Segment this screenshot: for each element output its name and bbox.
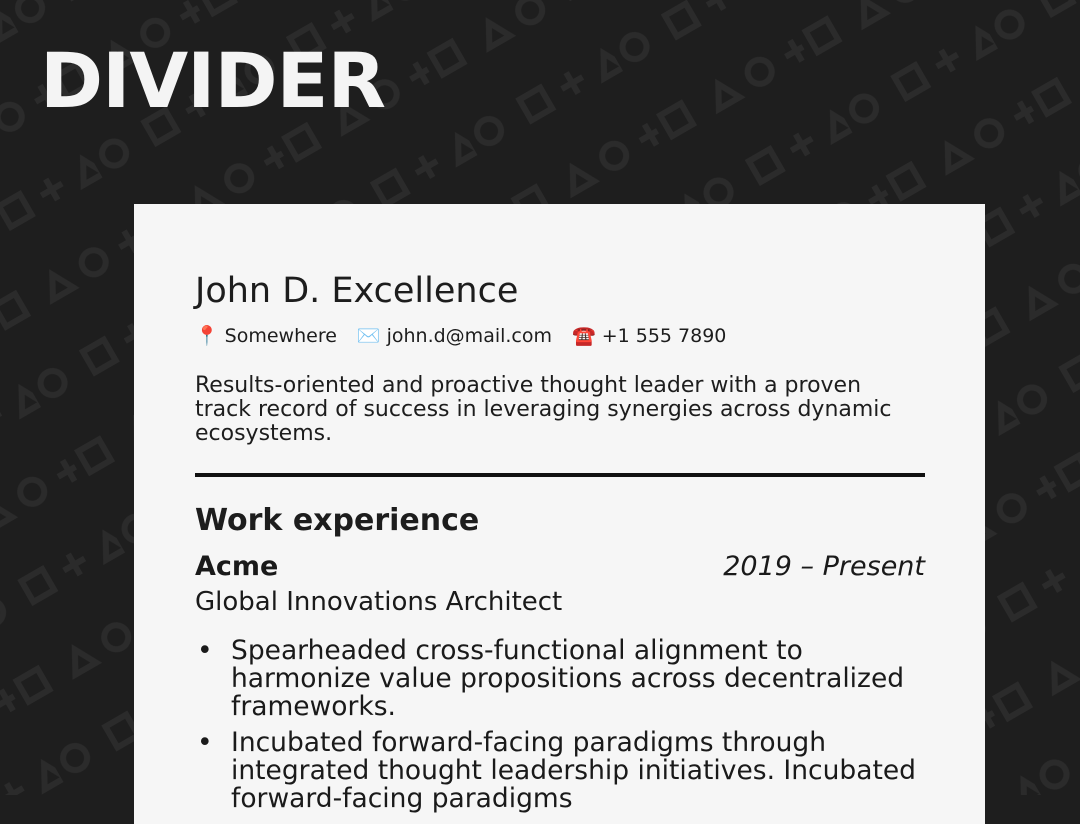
page-title: DIVIDER bbox=[40, 36, 386, 125]
resume-page: John D. Excellence 📍 Somewhere ✉️ john.d… bbox=[134, 204, 985, 824]
bullet-text: Spearheaded cross-functional alignment t… bbox=[231, 635, 905, 722]
job-bullet-list: • Spearheaded cross-functional alignment… bbox=[195, 637, 925, 813]
list-item: • Spearheaded cross-functional alignment… bbox=[195, 637, 925, 721]
contact-email-text: john.d@mail.com bbox=[386, 325, 553, 347]
job-dates: 2019 – Present bbox=[723, 551, 925, 582]
contact-phone-text: +1 555 7890 bbox=[601, 325, 727, 347]
bullet-text: Incubated forward-facing paradigms throu… bbox=[231, 727, 916, 814]
summary-paragraph: Results-oriented and proactive thought l… bbox=[195, 373, 892, 446]
contact-line: 📍 Somewhere ✉️ john.d@mail.com ☎️ +1 555… bbox=[195, 324, 925, 348]
contact-location-text: Somewhere bbox=[224, 325, 337, 347]
bullet-icon: • bbox=[197, 727, 213, 758]
section-divider bbox=[195, 473, 925, 477]
list-item: • Incubated forward-facing paradigms thr… bbox=[195, 729, 925, 813]
contact-location: 📍 Somewhere bbox=[195, 324, 337, 348]
bullet-icon: • bbox=[197, 635, 213, 666]
contact-email: ✉️ john.d@mail.com bbox=[357, 324, 552, 348]
job-company: Acme bbox=[195, 551, 279, 582]
telephone-icon: ☎️ bbox=[572, 324, 596, 347]
job-role: Global Innovations Architect bbox=[195, 587, 563, 617]
envelope-icon: ✉️ bbox=[356, 324, 381, 347]
resume-name: John D. Excellence bbox=[195, 271, 519, 311]
section-title-work-experience: Work experience bbox=[195, 503, 480, 538]
location-pin-icon: 📍 bbox=[195, 324, 219, 347]
job-header: Acme 2019 – Present bbox=[195, 550, 925, 584]
contact-phone: ☎️ +1 555 7890 bbox=[572, 324, 726, 348]
